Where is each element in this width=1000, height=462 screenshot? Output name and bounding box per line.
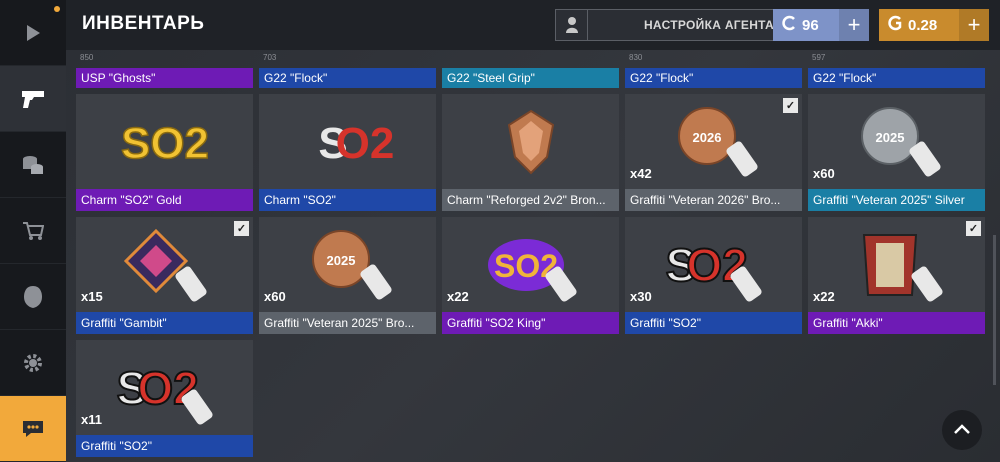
item-count: x60 [264, 289, 286, 304]
inventory-item[interactable]: 2025 x60 Graffiti "Veteran 2025" Silver [808, 94, 985, 211]
item-count: x22 [447, 289, 469, 304]
coins-icon [20, 152, 46, 178]
item-label: Graffiti "Akki" [808, 312, 985, 334]
sidebar-item-play[interactable] [0, 0, 66, 66]
chevron-up-icon [953, 421, 971, 439]
inventory-item[interactable]: S O2 Charm "SO2" [259, 94, 436, 211]
item-count: x22 [813, 289, 835, 304]
sidebar [0, 0, 66, 462]
sidebar-item-chat[interactable] [0, 396, 66, 462]
sidebar-item-agents[interactable] [0, 264, 66, 330]
inventory-item[interactable]: x22 ✓ Graffiti "Akki" [808, 217, 985, 334]
item-number: 597 [812, 53, 826, 62]
charm-reforged-image [442, 94, 619, 189]
checkmark-icon: ✓ [966, 221, 981, 236]
inventory-item[interactable]: S O2 x30 Graffiti "SO2" [625, 217, 802, 334]
sidebar-item-coins[interactable] [0, 132, 66, 198]
gold-currency-value: 0.28 [908, 16, 938, 34]
item-label: Charm "SO2" [259, 189, 436, 211]
svg-text:2025: 2025 [326, 253, 355, 268]
charm-so2-image: S O2 [259, 94, 436, 189]
item-label: Charm "Reforged 2v2" Bron... [442, 189, 619, 211]
item-count: x42 [630, 166, 652, 181]
item-label: G22 "Steel Grip" [442, 68, 619, 88]
item-label: G22 "Flock" [625, 68, 802, 88]
item-count: x30 [630, 289, 652, 304]
item-label: Graffiti "SO2" [76, 435, 253, 457]
item-label: Graffiti "Gambit" [76, 312, 253, 334]
chat-icon [20, 416, 46, 442]
inventory-item[interactable]: 597 G22 "Flock" [808, 50, 985, 88]
item-number: 850 [80, 53, 94, 62]
svg-text:SO2: SO2 [120, 119, 208, 168]
scroll-to-top-button[interactable] [942, 410, 982, 450]
scrollbar[interactable] [993, 235, 996, 385]
sidebar-item-settings[interactable] [0, 330, 66, 396]
item-count: x11 [81, 412, 102, 427]
item-count: x15 [81, 289, 103, 304]
inventory-item[interactable]: S O2 x11 Graffiti "SO2" [76, 340, 253, 457]
graffiti-so2-image: S O2 [76, 340, 253, 435]
inventory-item[interactable]: 2026 x42 ✓ Graffiti "Veteran 2026" Bro..… [625, 94, 802, 211]
item-label: Graffiti "Veteran 2026" Bro... [625, 189, 802, 211]
blue-currency-value: 96 [802, 16, 819, 34]
blue-currency: 96 + [773, 9, 869, 41]
pistol-icon [20, 86, 46, 112]
inventory-item[interactable]: Charm "Reforged 2v2" Bron... [442, 94, 619, 211]
inventory-item[interactable]: 703 G22 "Flock" [259, 50, 436, 88]
inventory-item[interactable]: SO2 Charm "SO2" Gold [76, 94, 253, 211]
checkmark-icon: ✓ [234, 221, 249, 236]
cart-icon [20, 218, 46, 244]
sidebar-item-shop[interactable] [0, 198, 66, 264]
helmet-icon [20, 284, 46, 310]
item-label: Charm "SO2" Gold [76, 189, 253, 211]
sidebar-item-inventory[interactable] [0, 66, 66, 132]
inventory-grid[interactable]: 850 USP "Ghosts" 703 G22 "Flock" G22 "St… [66, 50, 1000, 462]
item-number: 830 [629, 53, 643, 62]
gear-icon [20, 350, 46, 376]
charm-so2-gold-image: SO2 [76, 94, 253, 189]
item-number: 703 [263, 53, 277, 62]
gold-currency: 0.28 + [879, 9, 989, 41]
agent-icon [556, 10, 588, 40]
inventory-item[interactable]: 850 USP "Ghosts" [76, 50, 253, 88]
blue-currency-icon [781, 15, 797, 35]
play-icon [20, 20, 46, 46]
item-label: USP "Ghosts" [76, 68, 253, 88]
checkmark-icon: ✓ [783, 98, 798, 113]
header: ИНВЕНТАРЬ НАСТРОЙКА АГЕНТА 96 + 0.28 + [66, 0, 1000, 50]
item-label: Graffiti "SO2" [625, 312, 802, 334]
inventory-item[interactable]: x15 ✓ Graffiti "Gambit" [76, 217, 253, 334]
svg-text:2026: 2026 [692, 130, 721, 145]
inventory-item[interactable]: G22 "Steel Grip" [442, 50, 619, 88]
item-label: Graffiti "SO2 King" [442, 312, 619, 334]
inventory-row-partial: 850 USP "Ghosts" 703 G22 "Flock" G22 "St… [76, 50, 985, 88]
svg-text:O2: O2 [335, 119, 392, 168]
inventory-item[interactable]: 2025 x60 Graffiti "Veteran 2025" Bro... [259, 217, 436, 334]
svg-text:2025: 2025 [875, 130, 904, 145]
add-blue-currency-button[interactable]: + [839, 9, 869, 41]
item-count: x60 [813, 166, 835, 181]
inventory-item[interactable]: 830 G22 "Flock" [625, 50, 802, 88]
item-label: Graffiti "Veteran 2025" Bro... [259, 312, 436, 334]
gold-currency-icon [887, 15, 903, 35]
item-label: G22 "Flock" [259, 68, 436, 88]
add-gold-currency-button[interactable]: + [959, 9, 989, 41]
inventory-item[interactable]: SO2 x22 Graffiti "SO2 King" [442, 217, 619, 334]
item-label: Graffiti "Veteran 2025" Silver [808, 189, 985, 211]
notification-dot [54, 6, 60, 12]
page-title: ИНВЕНТАРЬ [82, 13, 205, 34]
item-label: G22 "Flock" [808, 68, 985, 88]
